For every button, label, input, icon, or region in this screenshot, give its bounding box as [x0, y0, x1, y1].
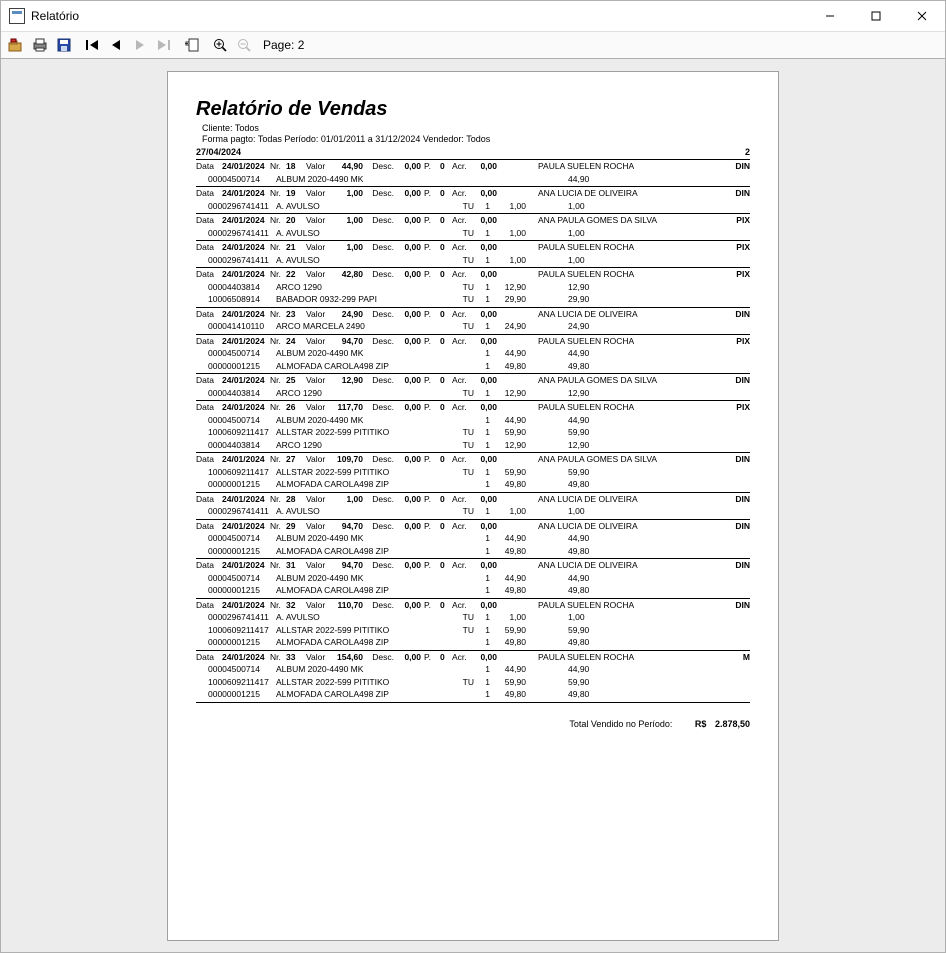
sale-header-row: Data24/01/2024Nr.29Valor94,70Desc.0,00P.…: [196, 520, 750, 533]
sale-item-row: 1000609211417ALLSTAR 2022-599 PITITIKOTU…: [196, 466, 750, 479]
sale-item-row: 00004403814ARCO 1290TU112,9012,90: [196, 281, 750, 294]
sale-header-row: Data24/01/2024Nr.26Valor117,70Desc.0,00P…: [196, 401, 750, 414]
save-icon[interactable]: [55, 36, 73, 54]
sale-block: Data24/01/2024Nr.26Valor117,70Desc.0,00P…: [196, 401, 750, 453]
sale-header-row: Data24/01/2024Nr.19Valor1,00Desc.0,00P.0…: [196, 187, 750, 200]
report-total: Total Vendido no Período: R$ 2.878,50: [196, 719, 750, 729]
sale-item-row: 00004500714ALBUM 2020-4490 MK144,9044,90: [196, 663, 750, 676]
sale-header-row: Data24/01/2024Nr.32Valor110,70Desc.0,00P…: [196, 599, 750, 612]
sale-item-row: 00004500714ALBUM 2020-4490 MK144,9044,90: [196, 414, 750, 427]
sale-item-row: 000041410110ARCO MARCELA 2490TU124,9024,…: [196, 320, 750, 333]
sale-item-row: 00004500714ALBUM 2020-4490 MK144,9044,90: [196, 347, 750, 360]
sale-block: Data24/01/2024Nr.25Valor12,90Desc.0,00P.…: [196, 374, 750, 401]
sale-item-row: 00000001215ALMOFADA CAROLA498 ZIP149,804…: [196, 545, 750, 558]
sale-block: Data24/01/2024Nr.20Valor1,00Desc.0,00P.0…: [196, 214, 750, 241]
sale-item-row: 0000296741411A. AVULSOTU11,001,00: [196, 505, 750, 518]
minimize-button[interactable]: [807, 1, 853, 31]
sale-item-row: 1000609211417ALLSTAR 2022-599 PITITIKOTU…: [196, 624, 750, 637]
sale-item-row: 1000609211417ALLSTAR 2022-599 PITITIKOTU…: [196, 676, 750, 689]
sale-item-row: 0000296741411A. AVULSOTU11,001,00: [196, 200, 750, 213]
preview-area[interactable]: Relatório de Vendas Cliente: Todos Forma…: [1, 59, 945, 952]
sale-item-row: 00004403814ARCO 1290TU112,9012,90: [196, 439, 750, 452]
sale-item-row: 00004500714ALBUM 2020-4490 MK144,9044,90: [196, 532, 750, 545]
sale-block: Data24/01/2024Nr.31Valor94,70Desc.0,00P.…: [196, 559, 750, 599]
sale-block: Data24/01/2024Nr.33Valor154,60Desc.0,00P…: [196, 651, 750, 703]
sale-header-row: Data24/01/2024Nr.20Valor1,00Desc.0,00P.0…: [196, 214, 750, 227]
report-page: Relatório de Vendas Cliente: Todos Forma…: [167, 71, 779, 941]
maximize-button[interactable]: [853, 1, 899, 31]
zoom-in-icon[interactable]: [211, 36, 229, 54]
sale-item-row: 0000296741411A. AVULSOTU11,001,00: [196, 254, 750, 267]
sale-header-row: Data24/01/2024Nr.22Valor42,80Desc.0,00P.…: [196, 268, 750, 281]
sale-header-row: Data24/01/2024Nr.23Valor24,90Desc.0,00P.…: [196, 308, 750, 321]
sale-block: Data24/01/2024Nr.32Valor110,70Desc.0,00P…: [196, 599, 750, 651]
sales-list: Data24/01/2024Nr.18Valor44,90Desc.0,00P.…: [196, 160, 750, 703]
sale-block: Data24/01/2024Nr.19Valor1,00Desc.0,00P.0…: [196, 187, 750, 214]
print-icon[interactable]: [31, 36, 49, 54]
sale-item-row: 00004500714ALBUM 2020-4490 MK144,9044,90: [196, 572, 750, 585]
sale-item-row: 1000609211417ALLSTAR 2022-599 PITITIKOTU…: [196, 426, 750, 439]
sale-item-row: 0000296741411A. AVULSOTU11,001,00: [196, 611, 750, 624]
zoom-out-icon[interactable]: [235, 36, 253, 54]
report-page-number: 2: [745, 147, 750, 157]
sale-item-row: 0000296741411A. AVULSOTU11,001,00: [196, 227, 750, 240]
sale-item-row: 10006508914BABADOR 0932-299 PAPITU129,90…: [196, 293, 750, 306]
sale-header-row: Data24/01/2024Nr.21Valor1,00Desc.0,00P.0…: [196, 241, 750, 254]
toolbar: Page: 2: [1, 32, 945, 59]
sale-block: Data24/01/2024Nr.23Valor24,90Desc.0,00P.…: [196, 308, 750, 335]
sale-item-row: 00000001215ALMOFADA CAROLA498 ZIP149,804…: [196, 636, 750, 649]
sale-header-row: Data24/01/2024Nr.31Valor94,70Desc.0,00P.…: [196, 559, 750, 572]
app-window: Relatório: [0, 0, 946, 953]
page-setup-icon[interactable]: [183, 36, 201, 54]
report-print-date: 27/04/2024: [196, 147, 241, 157]
sale-header-row: Data24/01/2024Nr.24Valor94,70Desc.0,00P.…: [196, 335, 750, 348]
sale-item-row: 00000001215ALMOFADA CAROLA498 ZIP149,804…: [196, 360, 750, 373]
titlebar: Relatório: [1, 1, 945, 32]
sale-block: Data24/01/2024Nr.24Valor94,70Desc.0,00P.…: [196, 335, 750, 375]
sale-block: Data24/01/2024Nr.28Valor1,00Desc.0,00P.0…: [196, 493, 750, 520]
total-label: Total Vendido no Período:: [569, 719, 672, 729]
sale-item-row: 00000001215ALMOFADA CAROLA498 ZIP149,804…: [196, 584, 750, 597]
sale-block: Data24/01/2024Nr.27Valor109,70Desc.0,00P…: [196, 453, 750, 493]
last-page-icon[interactable]: [155, 36, 173, 54]
prev-page-icon[interactable]: [107, 36, 125, 54]
sale-block: Data24/01/2024Nr.22Valor42,80Desc.0,00P.…: [196, 268, 750, 308]
first-page-icon[interactable]: [83, 36, 101, 54]
sale-block: Data24/01/2024Nr.29Valor94,70Desc.0,00P.…: [196, 520, 750, 560]
open-icon[interactable]: [7, 36, 25, 54]
total-value: 2.878,50: [715, 719, 750, 729]
sale-item-row: 00004403814ARCO 1290TU112,9012,90: [196, 387, 750, 400]
sale-header-row: Data24/01/2024Nr.28Valor1,00Desc.0,00P.0…: [196, 493, 750, 506]
sale-header-row: Data24/01/2024Nr.27Valor109,70Desc.0,00P…: [196, 453, 750, 466]
report-subtitle-filters: Forma pagto: Todas Período: 01/01/2011 a…: [202, 134, 750, 144]
next-page-icon[interactable]: [131, 36, 149, 54]
sale-header-row: Data24/01/2024Nr.25Valor12,90Desc.0,00P.…: [196, 374, 750, 387]
total-currency: R$: [695, 719, 707, 729]
sale-block: Data24/01/2024Nr.18Valor44,90Desc.0,00P.…: [196, 160, 750, 187]
sale-item-row: 00004500714ALBUM 2020-4490 MK44,90: [196, 173, 750, 186]
close-button[interactable]: [899, 1, 945, 31]
sale-block: Data24/01/2024Nr.21Valor1,00Desc.0,00P.0…: [196, 241, 750, 268]
report-title: Relatório de Vendas: [196, 98, 750, 121]
page-indicator-label: Page: 2: [263, 38, 304, 52]
window-title: Relatório: [31, 9, 79, 23]
report-subtitle-client: Cliente: Todos: [202, 123, 750, 133]
sale-header-row: Data24/01/2024Nr.18Valor44,90Desc.0,00P.…: [196, 160, 750, 173]
app-icon: [9, 8, 25, 24]
sale-item-row: 00000001215ALMOFADA CAROLA498 ZIP149,804…: [196, 688, 750, 701]
sale-header-row: Data24/01/2024Nr.33Valor154,60Desc.0,00P…: [196, 651, 750, 664]
sale-item-row: 00000001215ALMOFADA CAROLA498 ZIP149,804…: [196, 478, 750, 491]
